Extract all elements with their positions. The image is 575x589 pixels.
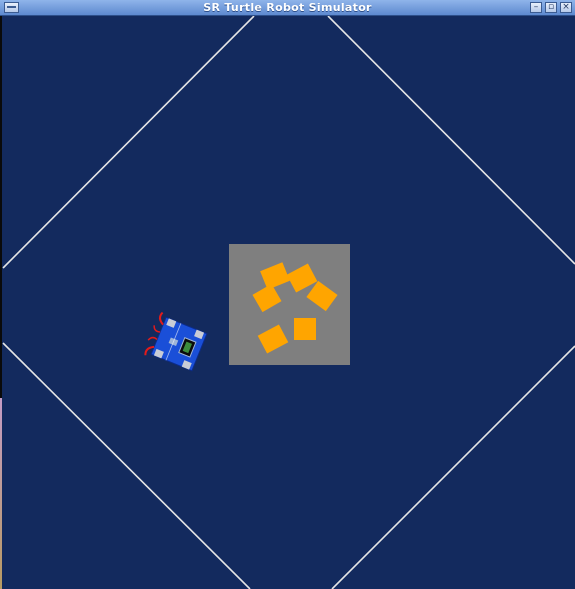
- simulator-window: SR Turtle Robot Simulator – ▫ ×: [0, 0, 575, 589]
- close-button[interactable]: ×: [560, 2, 572, 13]
- window-title: SR Turtle Robot Simulator: [203, 1, 372, 14]
- arena-svg: [2, 16, 575, 589]
- minimize-button[interactable]: –: [530, 2, 542, 13]
- token[interactable]: [294, 318, 316, 340]
- central-zone: [229, 244, 350, 365]
- title-bar[interactable]: SR Turtle Robot Simulator – ▫ ×: [0, 0, 575, 16]
- maximize-button[interactable]: ▫: [545, 2, 557, 13]
- arena-canvas[interactable]: [2, 16, 575, 589]
